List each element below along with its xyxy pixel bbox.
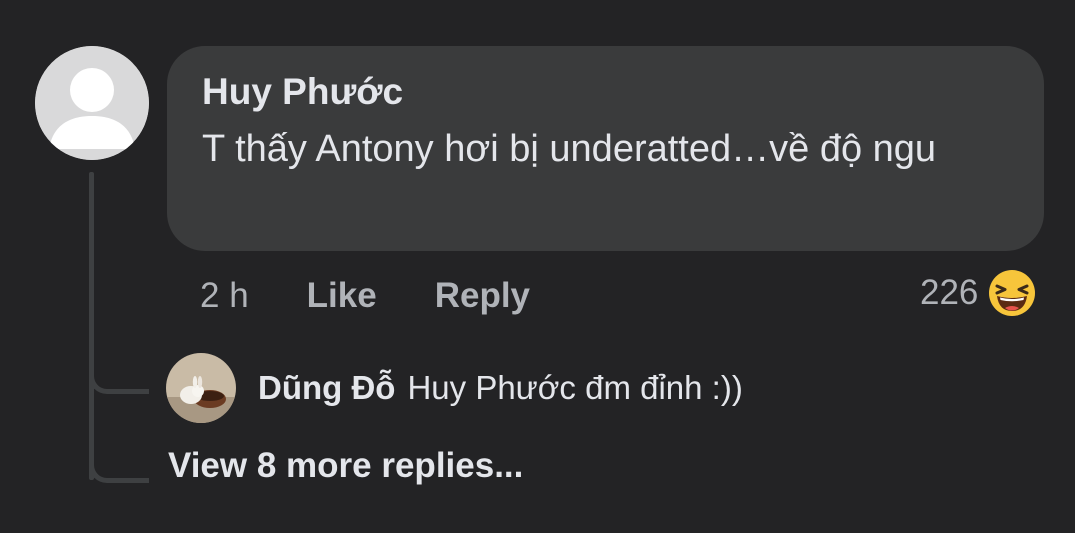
comment-text: T thấy Antony hơi bị underatted…về độ ng… bbox=[202, 128, 937, 170]
thread-branch-reply bbox=[89, 368, 149, 394]
comment-author[interactable]: Huy Phước bbox=[202, 70, 1008, 114]
comment-actions: 2 h Like Reply bbox=[200, 273, 530, 319]
reply-author[interactable]: Dũng Đỗ bbox=[258, 369, 395, 407]
comment-timestamp[interactable]: 2 h bbox=[200, 276, 249, 316]
thread-line bbox=[89, 172, 94, 480]
reaction-count: 226 bbox=[920, 273, 979, 312]
view-more-replies-link[interactable]: View 8 more replies... bbox=[168, 446, 523, 486]
reaction-summary[interactable]: 226 bbox=[920, 268, 1036, 318]
default-profile-icon bbox=[35, 46, 149, 160]
reply-avatar[interactable] bbox=[166, 353, 236, 423]
laughing-emoji-icon bbox=[989, 270, 1036, 316]
like-button[interactable]: Like bbox=[307, 276, 377, 316]
thread-branch-view-more bbox=[89, 457, 149, 483]
reply-item[interactable]: Dũng Đỗ Huy Phước đm đỉnh :)) bbox=[166, 353, 743, 423]
comment-bubble: Huy Phước T thấy Antony hơi bị underatte… bbox=[167, 46, 1044, 251]
rabbit-photo-icon bbox=[166, 353, 236, 423]
reply-button[interactable]: Reply bbox=[435, 276, 530, 316]
avatar[interactable] bbox=[35, 46, 149, 160]
reply-text: Huy Phước đm đỉnh :)) bbox=[407, 369, 743, 406]
